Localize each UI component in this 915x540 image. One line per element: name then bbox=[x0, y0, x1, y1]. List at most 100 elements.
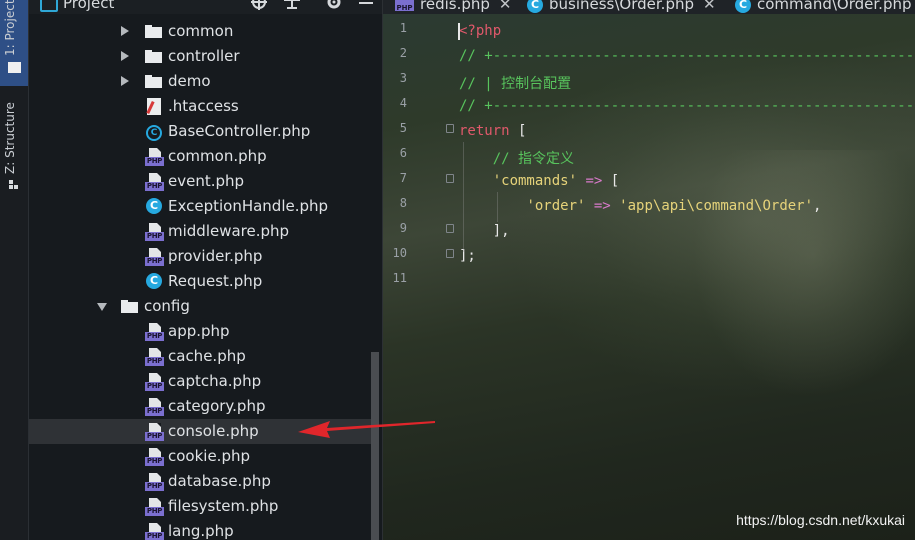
tree-item[interactable]: config bbox=[29, 294, 374, 319]
tree-item-label: event.php bbox=[168, 172, 245, 190]
code-line: // +------------------------------------… bbox=[459, 48, 915, 64]
class-icon: C bbox=[146, 273, 162, 289]
editor-tab[interactable]: Ccommand\Order.php bbox=[735, 0, 912, 13]
php-file-icon: PHP bbox=[145, 348, 164, 366]
code-token: // | 控制台配置 bbox=[459, 76, 572, 92]
fold-marker-icon[interactable] bbox=[446, 174, 454, 183]
tree-item[interactable]: PHP captcha.php bbox=[29, 369, 374, 394]
project-panel-title: Project bbox=[63, 0, 115, 12]
editor-tab-bar: PHP redis.php ✕ Cbusiness\Order.php ✕ Ccomman… bbox=[383, 0, 915, 14]
structure-tool-tab[interactable]: Z: Structure bbox=[0, 96, 28, 196]
code-line: // | 控制台配置 bbox=[459, 73, 571, 93]
chevron-right-icon[interactable] bbox=[121, 51, 129, 61]
code-line: <?php bbox=[459, 23, 501, 39]
tree-item[interactable]: .htaccess bbox=[29, 94, 374, 119]
php-file-icon: PHP bbox=[145, 523, 164, 540]
config-file-icon bbox=[147, 98, 161, 115]
structure-tool-tab-label: Z: Structure bbox=[3, 102, 17, 174]
tree-item[interactable]: PHP provider.php bbox=[29, 244, 374, 269]
editor-tab[interactable]: PHP redis.php ✕ bbox=[395, 0, 511, 13]
php-file-icon: PHP bbox=[145, 473, 164, 491]
collapse-all-icon[interactable] bbox=[283, 0, 301, 10]
code-line: return [ bbox=[459, 123, 526, 139]
tree-item-label: ExceptionHandle.php bbox=[168, 197, 329, 215]
gear-icon[interactable] bbox=[325, 0, 343, 10]
code-token: <?php bbox=[459, 23, 502, 39]
code-line: // +------------------------------------… bbox=[459, 98, 915, 114]
close-icon[interactable]: ✕ bbox=[703, 0, 716, 13]
tree-item-label: middleware.php bbox=[168, 222, 290, 240]
fold-marker-icon[interactable] bbox=[446, 249, 454, 258]
folder-icon bbox=[145, 25, 162, 38]
editor-tab[interactable]: Cbusiness\Order.php ✕ bbox=[527, 0, 716, 13]
code-token: => bbox=[577, 173, 611, 189]
line-number: 5 bbox=[399, 121, 407, 135]
locate-icon[interactable] bbox=[250, 0, 268, 10]
line-number: 3 bbox=[399, 71, 407, 85]
code-line: 'commands' => [ bbox=[459, 173, 619, 189]
php-file-icon: PHP bbox=[145, 448, 164, 466]
tree-item-label: console.php bbox=[168, 422, 259, 440]
chevron-down-icon[interactable] bbox=[97, 303, 107, 311]
scrollbar[interactable] bbox=[371, 352, 379, 540]
code-line: ], bbox=[459, 223, 510, 239]
tree-item[interactable]: PHP app.php bbox=[29, 319, 374, 344]
tree-item[interactable]: C Request.php bbox=[29, 269, 374, 294]
tree-item-label: Request.php bbox=[168, 272, 263, 290]
fold-marker-icon[interactable] bbox=[446, 124, 454, 133]
line-number: 2 bbox=[399, 46, 407, 60]
project-tool-tab[interactable]: 1: Project bbox=[0, 0, 28, 86]
tree-item[interactable]: PHP common.php bbox=[29, 144, 374, 169]
php-file-icon: PHP bbox=[145, 498, 164, 516]
php-file-icon: PHP bbox=[145, 373, 164, 391]
tree-item[interactable]: controller bbox=[29, 44, 374, 69]
code-token: ]; bbox=[459, 248, 476, 264]
line-number: 6 bbox=[399, 146, 407, 160]
code-editor: PHP redis.php ✕ Cbusiness\Order.php ✕ Ccomman… bbox=[383, 0, 915, 540]
code-line: ]; bbox=[459, 248, 476, 264]
line-number: 7 bbox=[399, 171, 407, 185]
tree-item-label: .htaccess bbox=[168, 97, 239, 115]
tree-item[interactable]: PHP cookie.php bbox=[29, 444, 374, 469]
line-number-gutter: 1 2 3 4 5 6 7 8 9 10 11 bbox=[383, 14, 454, 540]
indent-guide bbox=[463, 142, 464, 252]
project-icon bbox=[40, 0, 58, 12]
minimize-icon[interactable] bbox=[357, 0, 375, 10]
tree-item[interactable]: PHP middleware.php bbox=[29, 219, 374, 244]
php-file-icon: PHP bbox=[145, 173, 164, 191]
line-number: 10 bbox=[392, 246, 407, 260]
tree-item-label: config bbox=[144, 297, 190, 315]
tree-item[interactable]: PHP filesystem.php bbox=[29, 494, 374, 519]
chevron-right-icon[interactable] bbox=[121, 76, 129, 86]
tree-item[interactable]: common bbox=[29, 19, 374, 44]
code-token: => bbox=[585, 198, 620, 214]
line-number: 8 bbox=[399, 196, 407, 210]
php-file-icon: PHP bbox=[395, 0, 414, 12]
tree-item[interactable]: C ExceptionHandle.php bbox=[29, 194, 374, 219]
code-token: [ bbox=[509, 123, 527, 139]
code-line: // 指令定义 bbox=[459, 148, 574, 168]
tree-item[interactable]: PHP cache.php bbox=[29, 344, 374, 369]
code-token: ], bbox=[459, 223, 510, 239]
close-icon[interactable]: ✕ bbox=[499, 0, 512, 13]
tree-item-label: captcha.php bbox=[168, 372, 262, 390]
tree-item[interactable]: C BaseController.php bbox=[29, 119, 374, 144]
tree-item[interactable]: demo bbox=[29, 69, 374, 94]
editor-tab-label: command\Order.php bbox=[757, 0, 912, 13]
php-file-icon: PHP bbox=[145, 223, 164, 241]
tree-item-label: controller bbox=[168, 47, 240, 65]
tree-item-label: common.php bbox=[168, 147, 267, 165]
tree-item[interactable]: PHP lang.php bbox=[29, 519, 374, 540]
tree-item-label: category.php bbox=[168, 397, 266, 415]
tree-item-label: cache.php bbox=[168, 347, 246, 365]
folder-icon bbox=[145, 50, 162, 63]
code-token: [ bbox=[610, 173, 620, 189]
chevron-right-icon[interactable] bbox=[121, 26, 129, 36]
abstract-class-icon: C bbox=[146, 125, 162, 141]
tree-item[interactable]: PHP database.php bbox=[29, 469, 374, 494]
tree-item[interactable]: PHP event.php bbox=[29, 169, 374, 194]
code-token: // 指令定义 bbox=[459, 151, 575, 167]
structure-icon bbox=[9, 180, 19, 190]
fold-marker-icon[interactable] bbox=[446, 224, 454, 233]
